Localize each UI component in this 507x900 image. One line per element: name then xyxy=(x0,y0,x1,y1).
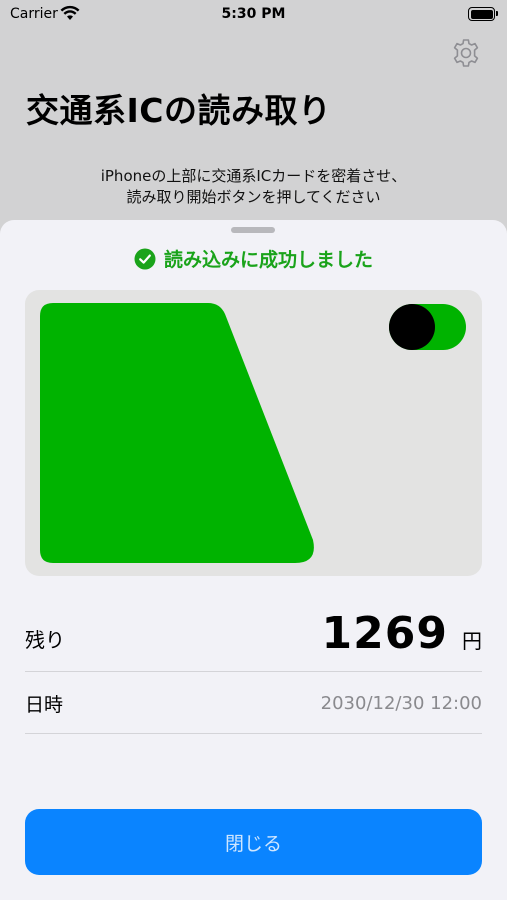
balance-value: 1269 円 xyxy=(322,608,482,659)
toggle-knob xyxy=(389,304,435,350)
instruction-text: iPhoneの上部に交通系ICカードを密着させ、 読み取り開始ボタンを押してくだ… xyxy=(0,166,507,208)
page-title: 交通系ICの読み取り xyxy=(26,91,332,130)
success-text: 読み込みに成功しました xyxy=(163,249,373,271)
instruction-line-2: 読み取り開始ボタンを押してください xyxy=(126,188,381,206)
sheet-grabber[interactable] xyxy=(231,227,275,233)
datetime-label: 日時 xyxy=(25,694,64,716)
card-toggle xyxy=(389,304,466,350)
balance-label: 残り xyxy=(25,628,65,652)
gear-icon[interactable] xyxy=(450,37,482,69)
close-button[interactable]: 閉じる xyxy=(25,809,482,875)
status-time: 5:30 PM xyxy=(221,6,286,22)
datetime-row: 日時 2030/12/30 12:00 xyxy=(25,674,482,734)
datetime-value: 2030/12/30 12:00 xyxy=(320,693,482,714)
result-sheet: 読み込みに成功しました 残り 1269 円 日時 2030/12/30 12:0… xyxy=(0,220,507,900)
status-bar: Carrier 5:30 PM xyxy=(0,0,507,30)
balance-row: 残り 1269 円 xyxy=(25,596,482,672)
checkmark-circle-icon xyxy=(134,248,156,269)
ic-card-illustration xyxy=(25,290,482,576)
success-message: 読み込みに成功しました xyxy=(0,245,507,272)
instruction-line-1: iPhoneの上部に交通系ICカードを密着させ、 xyxy=(100,167,407,185)
battery-icon xyxy=(468,7,498,21)
balance-amount: 1269 xyxy=(321,608,448,659)
balance-unit: 円 xyxy=(462,629,482,653)
